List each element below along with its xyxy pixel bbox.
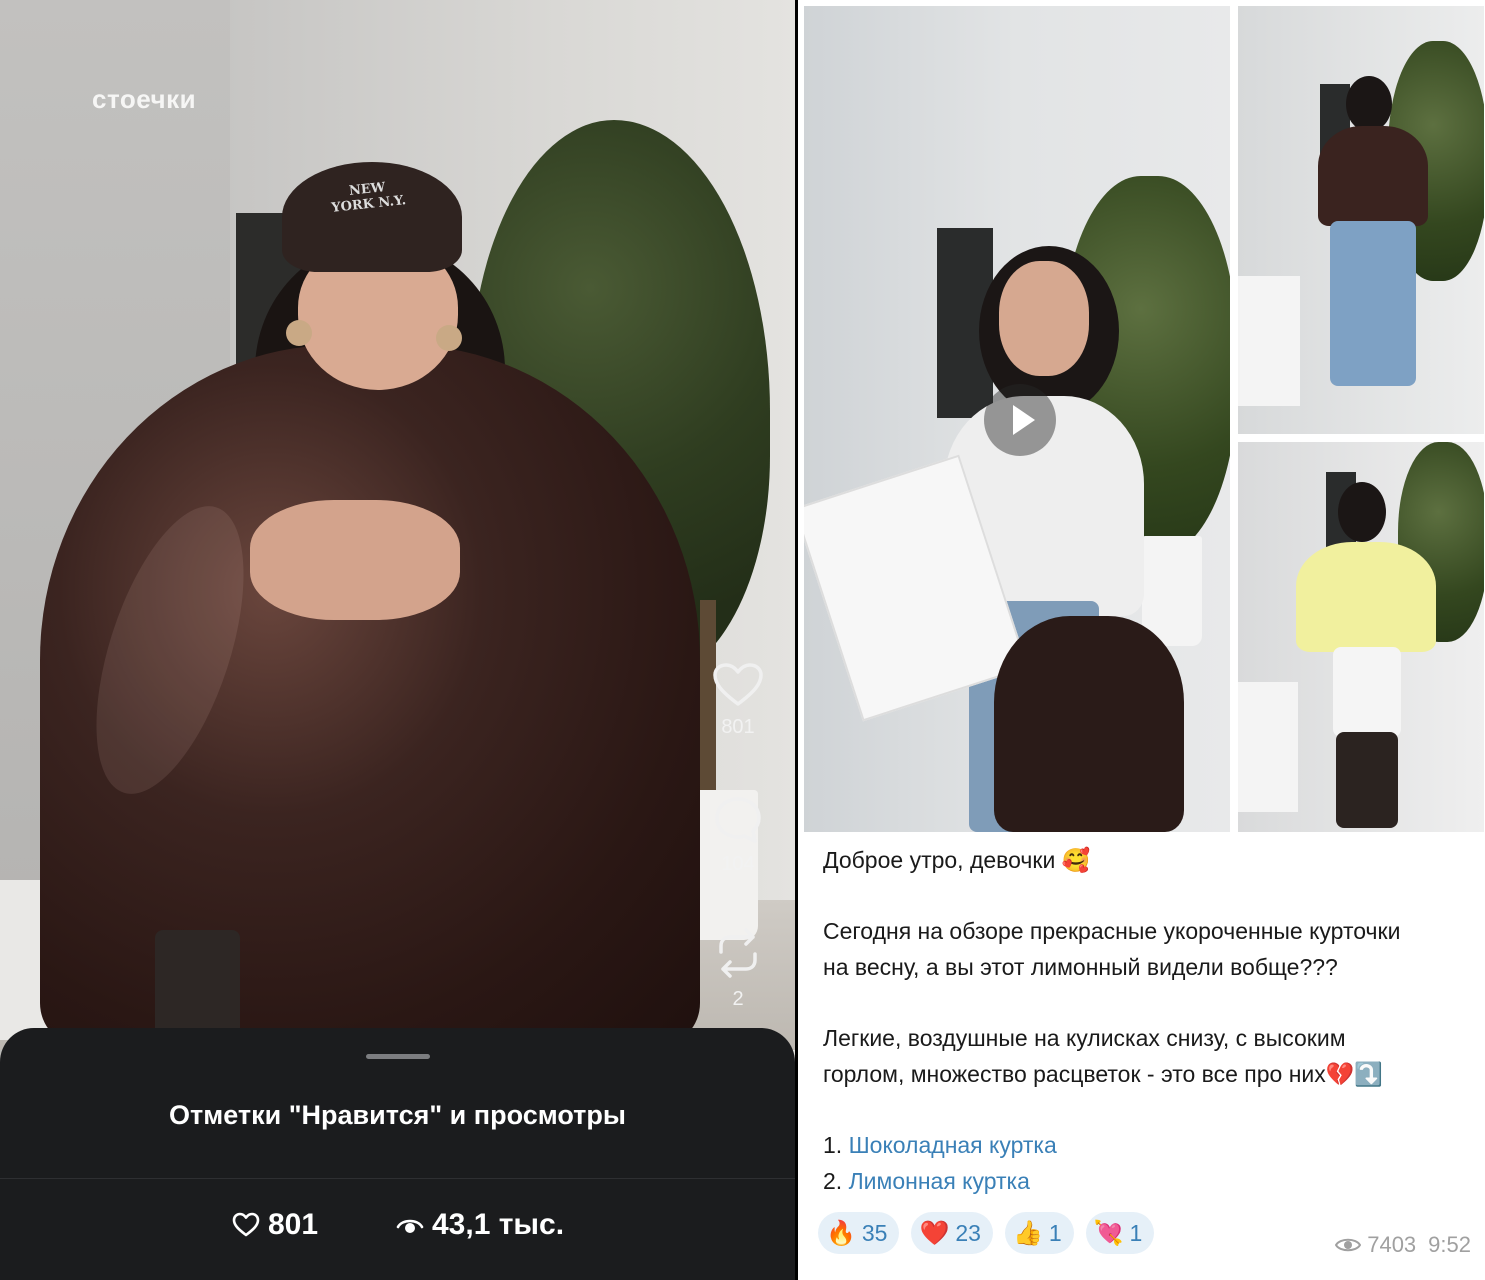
reaction-count: 1: [1129, 1219, 1143, 1246]
post-line: Сегодня на обзоре прекрасные укороченные…: [823, 918, 1401, 944]
post-line: горлом, множество расцветок - это все пр…: [823, 1061, 1384, 1087]
lemon-jacket-link[interactable]: Лимонная куртка: [849, 1168, 1030, 1194]
photo-person-face: [999, 261, 1089, 376]
sheet-divider: [0, 1178, 795, 1179]
photo-brown-jacket: [994, 616, 1184, 832]
post-greeting: Доброе утро, девочки 🥰: [823, 847, 1091, 873]
photo-cabinet: [1238, 276, 1300, 406]
photo-boots: [1336, 732, 1398, 828]
fire-icon: 🔥: [826, 1219, 856, 1247]
earring-left: [286, 320, 312, 346]
post-line: на весну, а вы этот лимонный видели вобщ…: [823, 954, 1338, 980]
sheet-likes-stat[interactable]: 801: [232, 1208, 318, 1242]
photo-jeans: [1330, 221, 1416, 386]
sheet-views-count: 43,1 тыс.: [432, 1208, 565, 1241]
photo-person-hair: [1346, 76, 1392, 132]
baseball-cap: [282, 162, 462, 272]
heart-icon: [713, 663, 763, 706]
reaction-heart-arrow[interactable]: 💘 1: [1085, 1212, 1155, 1254]
heart-arrow-icon: 💘: [1093, 1219, 1124, 1247]
chocolate-jacket-link[interactable]: Шоколадная куртка: [849, 1132, 1057, 1158]
heart-icon: ❤️: [919, 1219, 950, 1247]
repost-icon: [719, 928, 757, 978]
thumbs-up-icon: 👍: [1012, 1219, 1043, 1247]
list-number: 2.: [823, 1168, 843, 1194]
likes-views-sheet: Отметки "Нравится" и просмотры 801 43,1 …: [0, 1028, 795, 1280]
photo-brown-jacket-outfit[interactable]: [1238, 6, 1484, 434]
crossbody-bag: [155, 930, 240, 1040]
photo-plant-pot: [1142, 536, 1202, 646]
earring-right: [436, 325, 462, 351]
post-time: 9:52: [1428, 1232, 1471, 1257]
video-thumbnail[interactable]: [804, 6, 1230, 832]
view-count: 7403: [1367, 1232, 1417, 1257]
eye-icon: [1335, 1238, 1362, 1252]
list-number: 1.: [823, 1132, 843, 1158]
sheet-views-stat[interactable]: 43,1 тыс.: [396, 1208, 564, 1242]
reaction-count: 23: [955, 1219, 981, 1246]
post-meta: 7403 9:52: [1335, 1232, 1471, 1258]
list-item: 1. Шоколадная куртка: [823, 1127, 1473, 1163]
photo-lemon-jacket-outfit[interactable]: [1238, 442, 1484, 832]
reaction-fire[interactable]: 🔥 35: [818, 1212, 900, 1254]
photo-cabinet: [1238, 682, 1298, 812]
list-item: 2. Лимонная куртка: [823, 1163, 1473, 1199]
video-watermark: стоечки: [92, 84, 197, 114]
photo-person-hair: [1338, 482, 1386, 542]
reaction-thumbs-up[interactable]: 👍 1: [1004, 1212, 1074, 1254]
photo-white-jeans: [1333, 647, 1401, 737]
video-post: NEW YORK N.Y. стоечки 801 104 2 Отметки …: [0, 0, 795, 1280]
repost-count: 2: [732, 988, 744, 1010]
comment-count: 104: [721, 853, 755, 875]
reaction-heart[interactable]: ❤️ 23: [911, 1212, 993, 1254]
repost-action[interactable]: 2: [708, 926, 768, 1011]
comment-bubble-icon: [715, 797, 761, 843]
sheet-title: Отметки "Нравится" и просмотры: [169, 1100, 626, 1130]
eye-icon: [396, 1219, 424, 1233]
like-action[interactable]: 801: [708, 662, 768, 739]
photo-brown-jacket: [1318, 126, 1428, 226]
sheet-stats: 801 43,1 тыс.: [0, 1208, 795, 1258]
play-icon[interactable]: [984, 384, 1056, 456]
post-line: Легкие, воздушные на кулисках снизу, с в…: [823, 1025, 1346, 1051]
post-text: Доброе утро, девочки 🥰 Сегодня на обзоре…: [823, 842, 1473, 1199]
channel-post: Доброе утро, девочки 🥰 Сегодня на обзоре…: [795, 0, 1485, 1280]
reaction-count: 35: [861, 1219, 888, 1246]
comment-action[interactable]: 104: [708, 795, 768, 876]
sheet-likes-count: 801: [268, 1208, 319, 1241]
heart-icon: [232, 1212, 260, 1237]
reaction-count: 1: [1048, 1219, 1062, 1246]
hands: [250, 500, 460, 620]
reactions-bar: 🔥 35 ❤️ 23 👍 1 💘 1: [818, 1212, 1166, 1256]
sheet-drag-handle[interactable]: [366, 1054, 430, 1059]
photo-lemon-jacket: [1296, 542, 1436, 652]
like-count: 801: [721, 716, 755, 738]
